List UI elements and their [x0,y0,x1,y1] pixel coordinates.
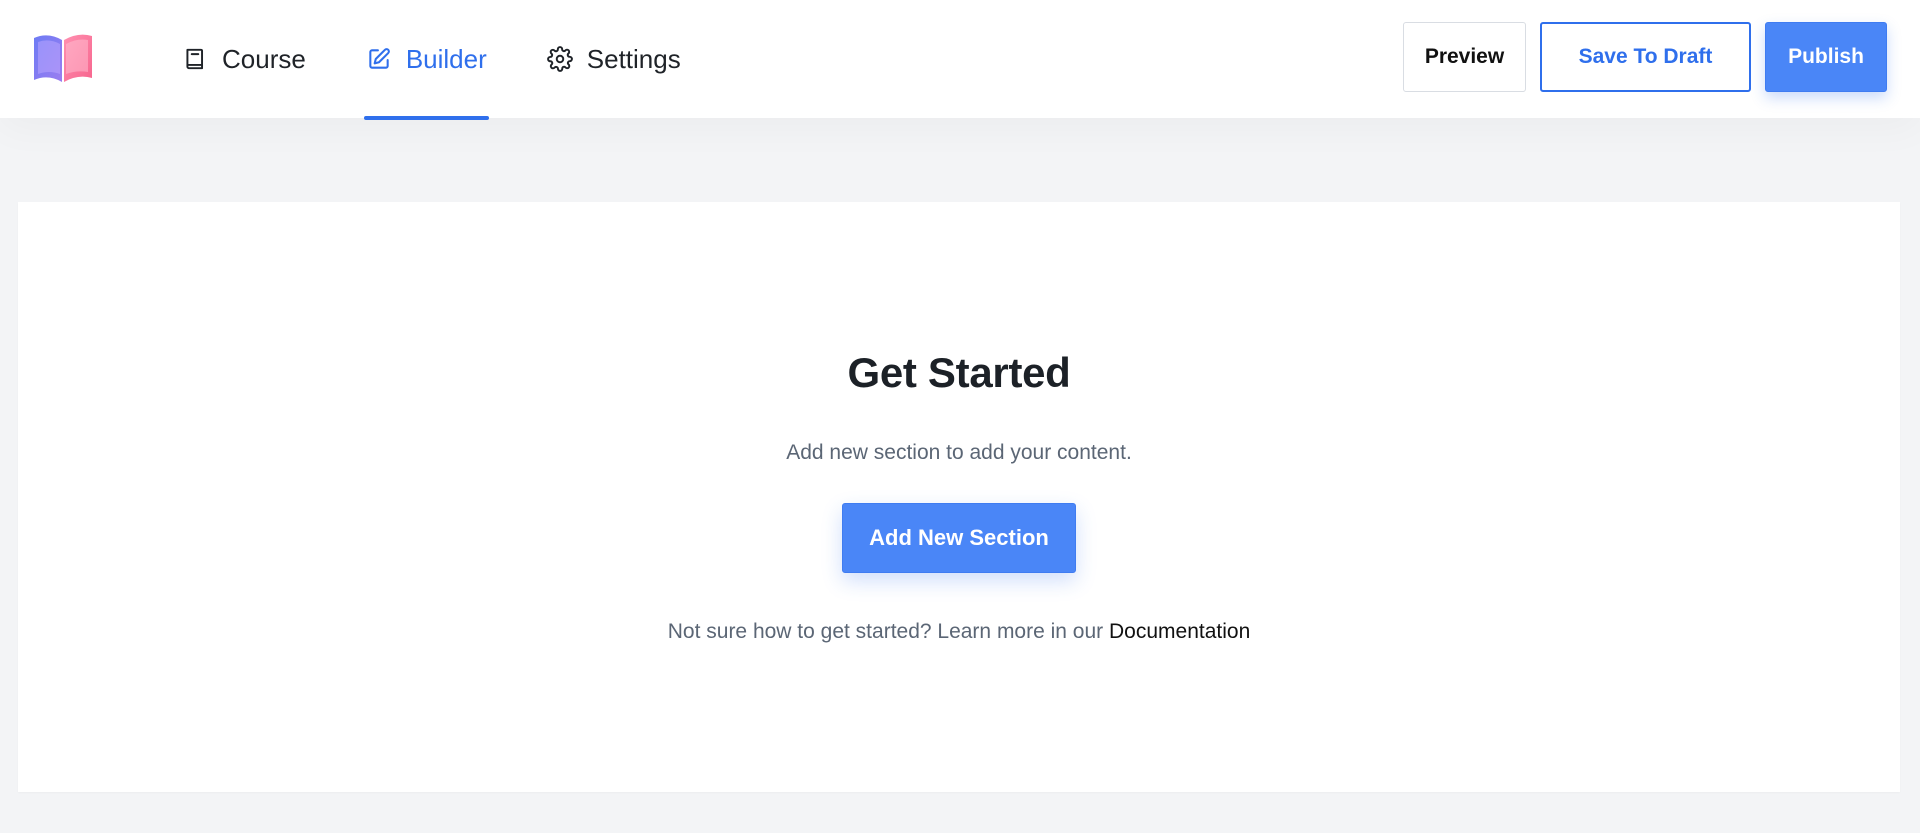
tab-settings[interactable]: Settings [545,0,683,118]
tab-builder[interactable]: Builder [363,0,489,120]
documentation-link[interactable]: Documentation [1109,620,1250,643]
tab-builder-label: Builder [405,43,487,74]
publish-button[interactable]: Publish [1765,22,1887,92]
book-icon [182,46,208,72]
tab-course-label: Course [222,43,306,74]
preview-button[interactable]: Preview [1403,22,1526,92]
header-actions: Preview Save To Draft Publish [1403,22,1887,92]
save-to-draft-button[interactable]: Save To Draft [1540,22,1751,92]
help-text: Not sure how to get started? Learn more … [18,621,1900,642]
tab-course[interactable]: Course [180,0,308,118]
empty-state: Get Started Add new section to add your … [18,349,1900,643]
builder-empty-state-card: Get Started Add new section to add your … [18,202,1900,792]
edit-icon [366,46,392,72]
page-title: Get Started [847,349,1071,396]
help-text-label: Not sure how to get started? Learn more … [667,620,1104,643]
open-book-logo-icon[interactable] [30,30,96,84]
add-new-section-button[interactable]: Add New Section [842,503,1076,573]
gear-icon [546,46,573,72]
empty-state-description: Add new section to add your content. [786,441,1132,464]
tab-settings-label: Settings [586,43,681,74]
builder-tabs: Course Builder Settings [180,0,739,120]
top-bar: Course Builder Settings Preview Save To [0,0,1920,120]
